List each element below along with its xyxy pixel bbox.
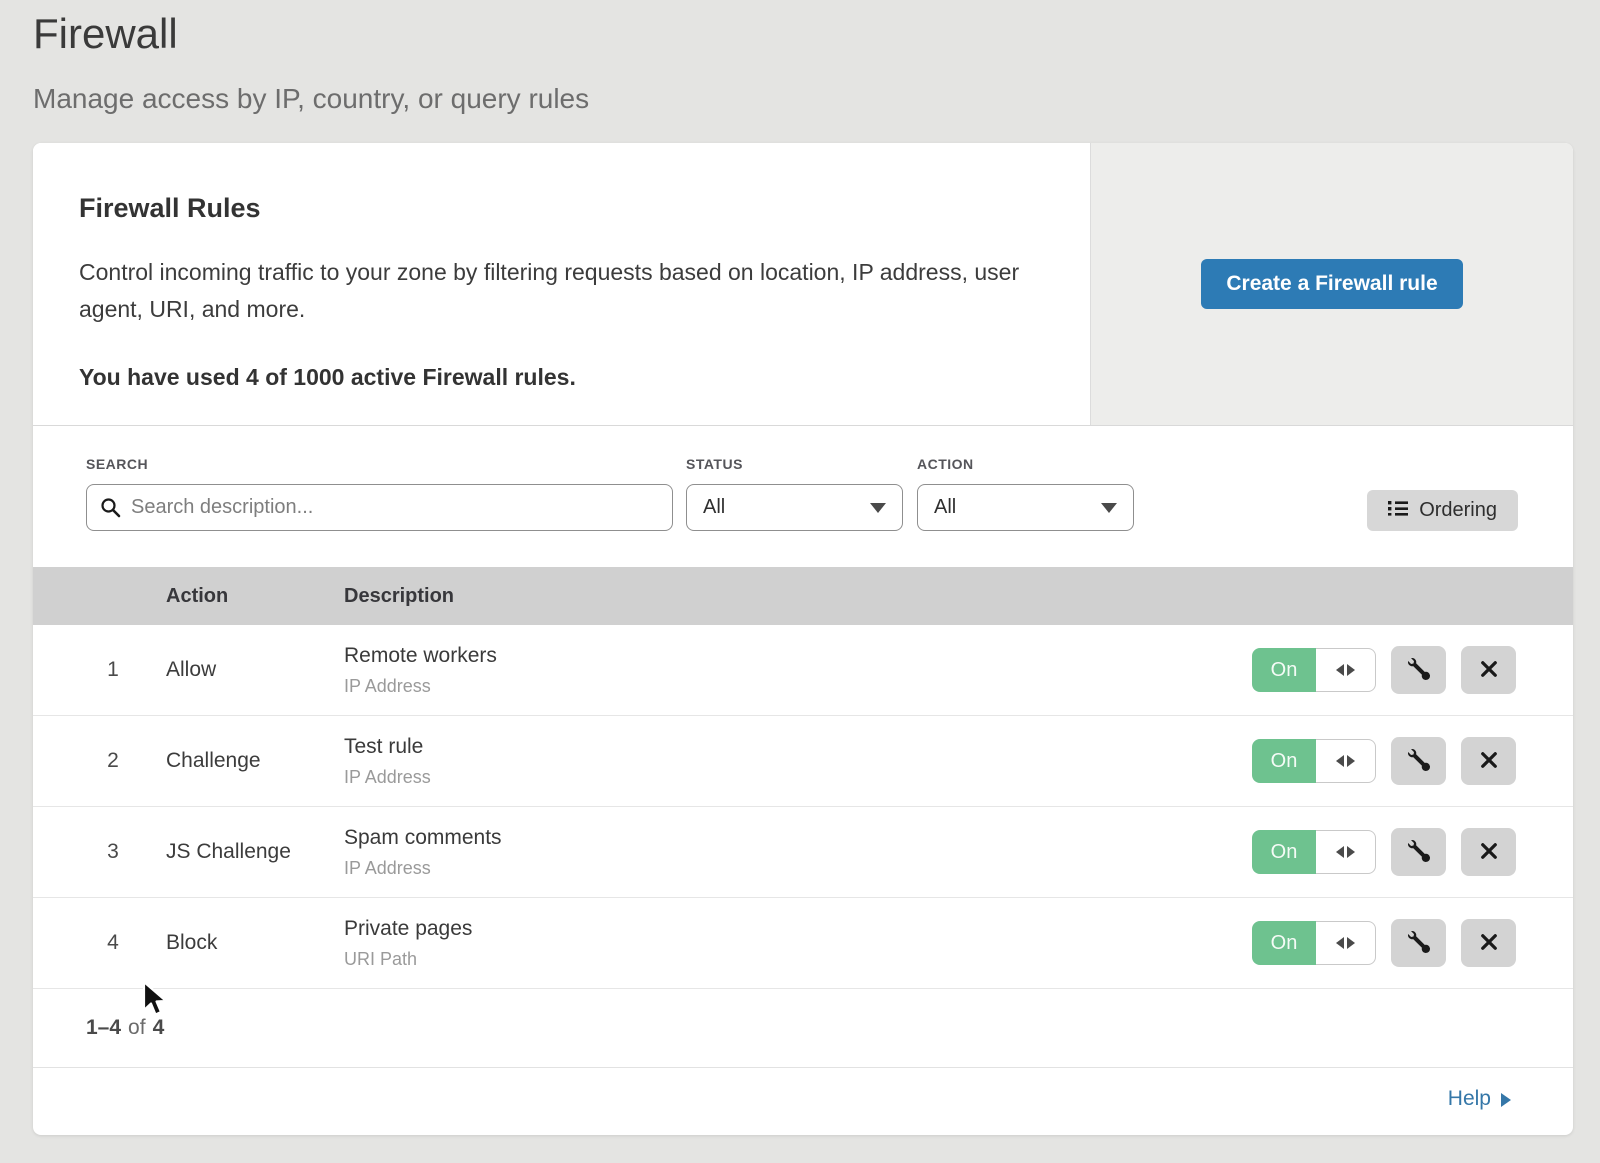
status-label: STATUS	[686, 456, 903, 472]
ordering-button[interactable]: Ordering	[1367, 490, 1518, 531]
card-title: Firewall Rules	[79, 193, 1030, 224]
rule-enabled-toggle[interactable]: On	[1252, 830, 1376, 874]
close-icon	[1479, 750, 1499, 773]
toggle-on-label: On	[1252, 648, 1316, 692]
search-label: SEARCH	[86, 456, 673, 472]
rule-description: Test rule	[344, 735, 1252, 759]
rule-description: Remote workers	[344, 644, 1252, 668]
action-select-value: All	[934, 496, 956, 519]
arrow-left-icon	[1336, 846, 1344, 858]
arrow-right-icon	[1347, 755, 1355, 767]
pagination-total: 4	[153, 1016, 165, 1040]
action-select[interactable]: All	[917, 484, 1134, 531]
pagination-range: 1–4	[86, 1016, 121, 1040]
search-filter-group: SEARCH	[86, 456, 673, 531]
status-filter-group: STATUS All	[686, 456, 903, 531]
arrow-right-icon	[1347, 664, 1355, 676]
toggle-handle[interactable]	[1316, 648, 1376, 692]
wrench-icon	[1408, 749, 1430, 774]
pagination-of: of	[128, 1016, 146, 1040]
close-icon	[1479, 841, 1499, 864]
card-intro-block: Firewall Rules Control incoming traffic …	[33, 143, 1573, 426]
wrench-icon	[1408, 658, 1430, 683]
rule-priority: 3	[93, 840, 133, 864]
page-header: Firewall Manage access by IP, country, o…	[0, 0, 1600, 116]
table-row: 3 JS Challenge Spam comments IP Address …	[33, 807, 1573, 898]
delete-rule-button[interactable]	[1461, 828, 1516, 876]
table-header: Action Description	[33, 567, 1573, 625]
rule-action: Block	[166, 931, 344, 955]
wrench-icon	[1408, 840, 1430, 865]
edit-rule-button[interactable]	[1391, 646, 1446, 694]
table-row: 1 Allow Remote workers IP Address On	[33, 625, 1573, 716]
chevron-down-icon	[870, 503, 886, 513]
rule-priority: 4	[93, 931, 133, 955]
table-row: 4 Block Private pages URI Path On	[33, 898, 1573, 989]
column-header-action: Action	[166, 585, 344, 608]
rule-enabled-toggle[interactable]: On	[1252, 921, 1376, 965]
arrow-right-icon	[1347, 937, 1355, 949]
page-title: Firewall	[33, 6, 1600, 62]
arrow-left-icon	[1336, 937, 1344, 949]
toggle-handle[interactable]	[1316, 830, 1376, 874]
delete-rule-button[interactable]	[1461, 646, 1516, 694]
rule-action: Challenge	[166, 749, 344, 773]
rule-enabled-toggle[interactable]: On	[1252, 739, 1376, 783]
toggle-on-label: On	[1252, 921, 1316, 965]
edit-rule-button[interactable]	[1391, 919, 1446, 967]
rule-match-type: IP Address	[344, 858, 1252, 879]
column-header-description: Description	[344, 585, 1573, 608]
close-icon	[1479, 932, 1499, 955]
edit-rule-button[interactable]	[1391, 737, 1446, 785]
arrow-right-icon	[1501, 1093, 1511, 1107]
rule-match-type: IP Address	[344, 676, 1252, 697]
card-description: Control incoming traffic to your zone by…	[79, 254, 1029, 328]
action-filter-group: ACTION All	[917, 456, 1134, 531]
toggle-on-label: On	[1252, 739, 1316, 783]
arrow-right-icon	[1347, 846, 1355, 858]
delete-rule-button[interactable]	[1461, 737, 1516, 785]
search-icon	[100, 497, 121, 523]
rule-action: JS Challenge	[166, 840, 344, 864]
rule-action: Allow	[166, 658, 344, 682]
chevron-down-icon	[1101, 503, 1117, 513]
pagination: 1–4 of 4	[33, 989, 1573, 1067]
firewall-rules-card: Firewall Rules Control incoming traffic …	[33, 143, 1573, 1135]
rule-priority: 1	[93, 658, 133, 682]
action-label: ACTION	[917, 456, 1134, 472]
toggle-handle[interactable]	[1316, 921, 1376, 965]
card-intro-action-panel: Create a Firewall rule	[1090, 143, 1573, 425]
arrow-left-icon	[1336, 664, 1344, 676]
toggle-handle[interactable]	[1316, 739, 1376, 783]
rule-description: Private pages	[344, 917, 1252, 941]
wrench-icon	[1408, 931, 1430, 956]
rule-match-type: IP Address	[344, 767, 1252, 788]
help-link-label: Help	[1448, 1087, 1491, 1111]
list-ordering-icon	[1388, 499, 1408, 522]
filter-row: SEARCH STATUS All ACTION All	[33, 426, 1573, 567]
card-footer: Help	[33, 1067, 1573, 1129]
delete-rule-button[interactable]	[1461, 919, 1516, 967]
usage-note: You have used 4 of 1000 active Firewall …	[79, 364, 1030, 391]
arrow-left-icon	[1336, 755, 1344, 767]
status-select-value: All	[703, 496, 725, 519]
ordering-button-label: Ordering	[1419, 499, 1497, 522]
close-icon	[1479, 659, 1499, 682]
card-intro-text: Firewall Rules Control incoming traffic …	[33, 143, 1090, 425]
rule-description: Spam comments	[344, 826, 1252, 850]
table-row: 2 Challenge Test rule IP Address On	[33, 716, 1573, 807]
create-firewall-rule-button[interactable]: Create a Firewall rule	[1201, 259, 1462, 309]
edit-rule-button[interactable]	[1391, 828, 1446, 876]
rule-priority: 2	[93, 749, 133, 773]
search-input[interactable]	[86, 484, 673, 531]
rule-enabled-toggle[interactable]: On	[1252, 648, 1376, 692]
page-subtitle: Manage access by IP, country, or query r…	[33, 82, 1600, 116]
toggle-on-label: On	[1252, 830, 1316, 874]
rule-match-type: URI Path	[344, 949, 1252, 970]
help-link[interactable]: Help	[1448, 1087, 1511, 1111]
status-select[interactable]: All	[686, 484, 903, 531]
